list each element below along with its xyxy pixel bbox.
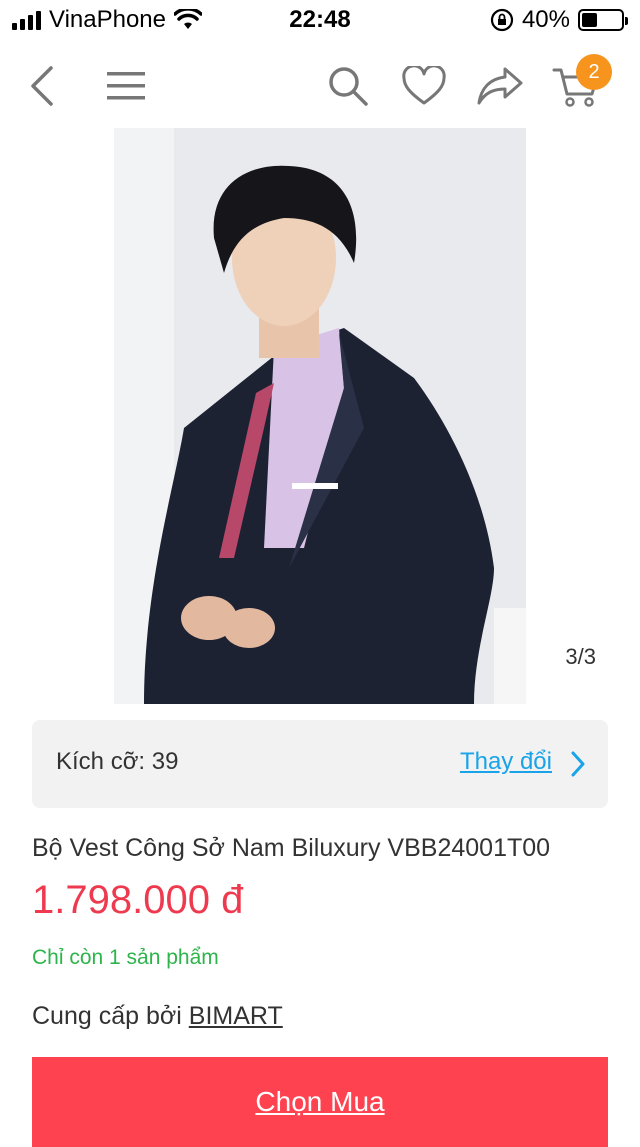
battery-icon (578, 9, 628, 31)
product-price: 1.798.000 đ (32, 878, 244, 922)
change-size-link[interactable]: Thay đổi (460, 748, 552, 776)
product-photo (114, 128, 526, 704)
cart-count-badge: 2 (576, 54, 612, 90)
supplier-line: Cung cấp bởi BIMART (32, 1002, 283, 1031)
toolbar: 2 (0, 44, 640, 124)
buy-button[interactable]: Chọn Mua (32, 1057, 608, 1147)
back-button[interactable] (16, 60, 68, 112)
share-icon (477, 67, 523, 105)
buy-button-label: Chọn Mua (255, 1086, 385, 1117)
wishlist-button[interactable] (398, 60, 450, 112)
back-icon (31, 66, 53, 106)
search-button[interactable] (322, 60, 374, 112)
supplier-link[interactable]: BIMART (189, 1002, 283, 1030)
menu-icon (107, 72, 145, 100)
image-counter: 3/3 (565, 644, 596, 669)
status-right: 40% (490, 6, 628, 34)
size-label: Kích cỡ: 39 (56, 748, 179, 775)
search-icon (329, 67, 368, 106)
heart-icon (402, 66, 446, 105)
battery-fill (582, 13, 598, 27)
supplier-prefix: Cung cấp bởi (32, 1002, 182, 1030)
size-selector[interactable]: Kích cỡ: 39 Thay đổi (32, 720, 608, 808)
product-image[interactable] (114, 128, 526, 704)
product-name: Bộ Vest Công Sở Nam Biluxury VBB24001T00 (32, 834, 551, 862)
stock-note: Chỉ còn 1 sản phẩm (32, 946, 219, 969)
menu-button[interactable] (100, 60, 152, 112)
chevron-right-icon (571, 751, 585, 777)
battery-percent: 40% (521, 6, 570, 33)
status-bar: VinaPhone 22:48 40% (0, 0, 640, 40)
rotation-lock-icon (490, 8, 514, 32)
cart-button[interactable]: 2 (550, 54, 612, 112)
share-button[interactable] (474, 60, 526, 112)
